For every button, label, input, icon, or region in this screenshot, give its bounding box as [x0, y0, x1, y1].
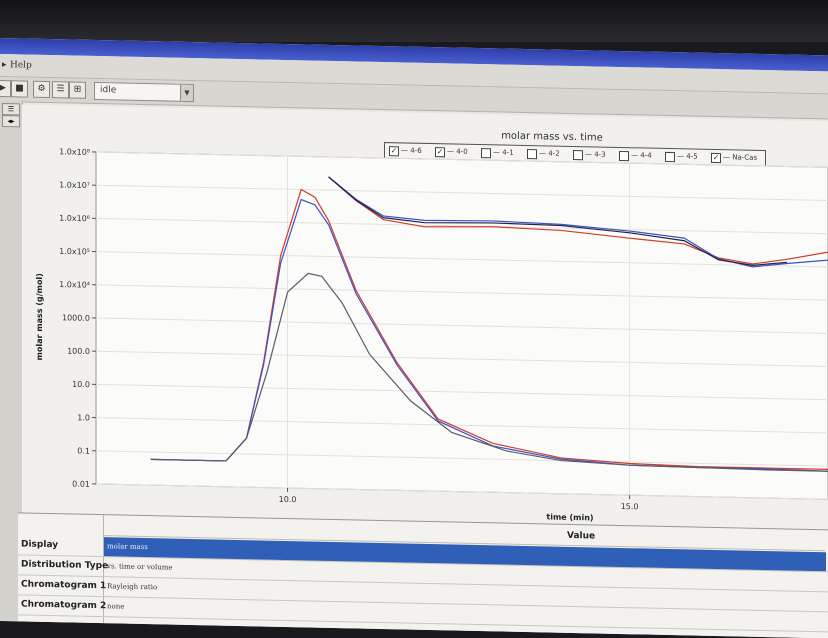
tool-icon-3[interactable]: ⊞ — [69, 81, 86, 98]
properties-table: Value Display molar mass Distribution Ty… — [18, 512, 828, 638]
y-axis-label: molar mass (g/mol) — [35, 273, 44, 360]
row-label: Chromatogram 1 — [21, 579, 106, 591]
y-tick-label: 100.0 — [67, 347, 90, 356]
status-select-value: idle — [100, 85, 116, 95]
row-value-text: none — [107, 602, 124, 610]
tool-icon-2[interactable]: ☰ — [52, 81, 69, 98]
row-value-text: vs. time or volume — [107, 562, 173, 571]
y-tick-label: 10.0 — [72, 380, 90, 389]
y-tick-label: 1000.0 — [62, 313, 90, 323]
row-value-text: Rayleigh ratio — [107, 582, 157, 591]
y-tick-label: 0.01 — [72, 480, 90, 489]
status-select[interactable]: idle ▼ — [94, 82, 194, 102]
list-view-icon[interactable]: ☰ — [2, 103, 20, 115]
x-tick-label: 10.0 — [279, 495, 297, 504]
y-tick-label: 1.0x10⁴ — [59, 280, 90, 290]
play-icon[interactable]: ▶ — [0, 80, 11, 97]
y-tick-label: 1.0x10⁸ — [59, 147, 90, 157]
stop-icon[interactable]: ■ — [11, 80, 28, 97]
row-label: Chromatogram 2 — [21, 599, 106, 611]
value-column-header: Value — [567, 531, 595, 542]
y-tick-label: 1.0x10⁷ — [59, 180, 90, 190]
y-tick-label: 1.0 — [77, 413, 90, 422]
row-label: Distribution Type — [21, 559, 108, 571]
menu-arrow-icon: ▸ — [2, 60, 7, 70]
monitor-bezel — [0, 0, 828, 42]
y-tick-label: 1.0x10⁵ — [59, 247, 90, 257]
app-screen: ▸ Help ▶ ■ ⚙ ☰ ⊞ idle ▼ ☰ ◂▸ molar mass … — [0, 38, 828, 638]
y-tick-label: 1.0x10⁶ — [59, 214, 90, 224]
scroll-arrows-icon[interactable]: ◂▸ — [2, 115, 20, 127]
row-value-text: molar mass — [107, 542, 148, 551]
chevron-down-icon[interactable]: ▼ — [180, 85, 193, 101]
chart-panel: molar mass vs. time ✓— 4-6 ✓— 4-0 — 4-1 … — [22, 104, 828, 531]
menu-help[interactable]: Help — [10, 60, 32, 70]
x-tick-label: 15.0 — [621, 502, 639, 511]
x-axis-label: time (min) — [546, 512, 593, 522]
y-tick-label: 0.1 — [77, 446, 90, 455]
tool-icon-1[interactable]: ⚙ — [33, 81, 50, 98]
row-label: Display — [21, 539, 58, 550]
molar-mass-plot[interactable]: 0.01 0.1 1.0 10.0 100.0 1000.0 1.0x10⁴ 1.0x10⁵ 1… — [22, 104, 828, 531]
